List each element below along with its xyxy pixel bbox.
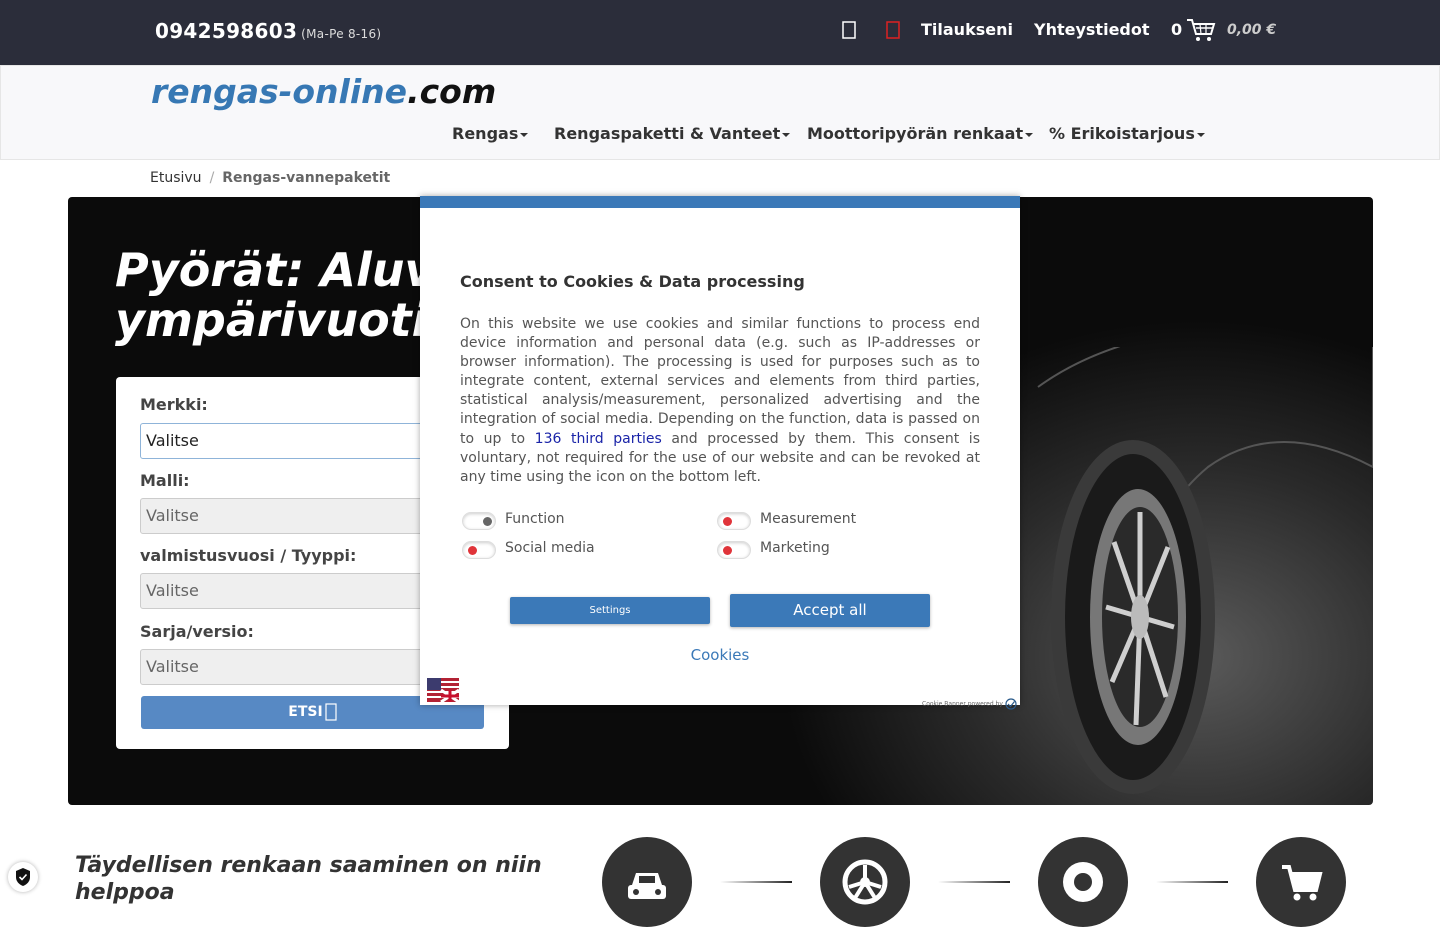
consent-text-part-1: On this website we use cookies and simil… bbox=[460, 316, 980, 447]
toggle-knob bbox=[723, 517, 732, 526]
menu-label: Rengaspaketti & Vanteet bbox=[554, 124, 781, 143]
menu-label: Rengas bbox=[452, 124, 519, 143]
logo-part-1: rengas-online bbox=[151, 72, 408, 111]
marketing-toggle-label: Marketing bbox=[760, 540, 830, 556]
marketing-toggle[interactable] bbox=[717, 541, 751, 559]
language-flag-icon[interactable] bbox=[427, 678, 459, 702]
settings-button[interactable]: Settings bbox=[510, 597, 710, 624]
toggle-knob bbox=[723, 546, 732, 555]
top-bar: 0942598603 (Ma-Pe 8-16) Tilaukseni Yhteys… bbox=[0, 0, 1440, 65]
breadcrumb-current: Rengas-vannepaketit bbox=[222, 170, 391, 186]
series-label: Sarja/versio: bbox=[140, 622, 254, 641]
opening-hours: (Ma-Pe 8-16) bbox=[301, 27, 382, 41]
cookie-consent-dialog: Consent to Cookies & Data processing On … bbox=[420, 196, 1020, 710]
search-button-label: ETSI bbox=[288, 704, 323, 720]
step-car bbox=[602, 837, 692, 927]
third-parties-link[interactable]: 136 third parties bbox=[535, 431, 662, 447]
car-wheel-image bbox=[1037, 347, 1373, 794]
measurement-toggle-label: Measurement bbox=[760, 511, 857, 527]
cart-count[interactable]: 0 bbox=[1171, 20, 1182, 39]
function-toggle[interactable] bbox=[462, 512, 496, 530]
model-label: Malli: bbox=[140, 471, 190, 490]
menu-label: Moottoripyörän renkaat bbox=[807, 124, 1024, 143]
phone-text: 0942598603 bbox=[155, 19, 298, 43]
menu-moottoripyora[interactable]: Moottoripyörän renkaat bbox=[807, 124, 1034, 143]
my-orders-link[interactable]: Tilaukseni bbox=[921, 20, 1013, 39]
brand-label: Merkki: bbox=[140, 395, 208, 414]
menu-rengas[interactable]: Rengas bbox=[452, 124, 529, 143]
breadcrumb-separator: / bbox=[209, 170, 215, 186]
breadcrumb: Etusivu / Rengas-vannepaketit bbox=[150, 170, 390, 186]
toggle-knob bbox=[483, 517, 492, 526]
social-media-toggle-label: Social media bbox=[505, 540, 595, 556]
contact-link[interactable]: Yhteystiedot bbox=[1034, 20, 1150, 39]
consent-title: Consent to Cookies & Data processing bbox=[460, 272, 805, 291]
cookies-link[interactable]: Cookies bbox=[420, 646, 1020, 664]
main-navbar: rengas-online.com Rengas Rengaspaketti &… bbox=[0, 65, 1440, 160]
step-connector bbox=[720, 881, 792, 883]
accept-all-button[interactable]: Accept all bbox=[730, 594, 930, 627]
powered-by-text: Cookie Banner powered by bbox=[922, 700, 1003, 708]
privacy-settings-shield[interactable] bbox=[8, 862, 38, 892]
heart-icon[interactable] bbox=[885, 18, 905, 44]
search-icon bbox=[325, 703, 337, 721]
caret-down-icon bbox=[782, 132, 791, 137]
step-wheel bbox=[820, 837, 910, 927]
check-badge-icon bbox=[1005, 698, 1017, 710]
cart-icon[interactable] bbox=[1186, 17, 1216, 47]
breadcrumb-home[interactable]: Etusivu bbox=[150, 170, 202, 186]
step-connector bbox=[1156, 881, 1228, 883]
social-media-toggle[interactable] bbox=[462, 541, 496, 559]
hero-title-line-2: ympärivuoti bbox=[115, 293, 428, 347]
step-connector bbox=[938, 881, 1010, 883]
toggle-knob bbox=[468, 546, 477, 555]
year-type-label: valmistusvuosi / Tyyppi: bbox=[140, 546, 357, 565]
caret-down-icon bbox=[1196, 132, 1205, 137]
measurement-toggle[interactable] bbox=[717, 512, 751, 530]
user-icon[interactable] bbox=[841, 18, 861, 44]
caret-down-icon bbox=[1025, 132, 1034, 137]
function-toggle-label: Function bbox=[505, 511, 565, 527]
step-tire bbox=[1038, 837, 1128, 927]
menu-erikoistarjous[interactable]: % Erikoistarjous bbox=[1049, 124, 1205, 143]
step-cart bbox=[1256, 837, 1346, 927]
shield-icon bbox=[16, 868, 30, 886]
cart-total[interactable]: 0,00 € bbox=[1227, 22, 1276, 38]
consent-text: On this website we use cookies and simil… bbox=[460, 315, 980, 487]
hero-title: Pyörät: Aluv ympärivuoti bbox=[115, 245, 435, 345]
hero-title-line-1: Pyörät: Aluv bbox=[115, 243, 435, 297]
steps-heading: Täydellisen renkaan saaminen on niin hel… bbox=[75, 853, 542, 905]
site-logo[interactable]: rengas-online.com bbox=[151, 72, 496, 111]
phone-number[interactable]: 0942598603 (Ma-Pe 8-16) bbox=[155, 19, 381, 43]
logo-part-2: .com bbox=[407, 72, 497, 111]
powered-by[interactable]: Cookie Banner powered by bbox=[922, 698, 1017, 710]
menu-rengaspaketti[interactable]: Rengaspaketti & Vanteet bbox=[554, 124, 791, 143]
menu-label: % Erikoistarjous bbox=[1049, 124, 1195, 143]
caret-down-icon bbox=[520, 132, 529, 137]
